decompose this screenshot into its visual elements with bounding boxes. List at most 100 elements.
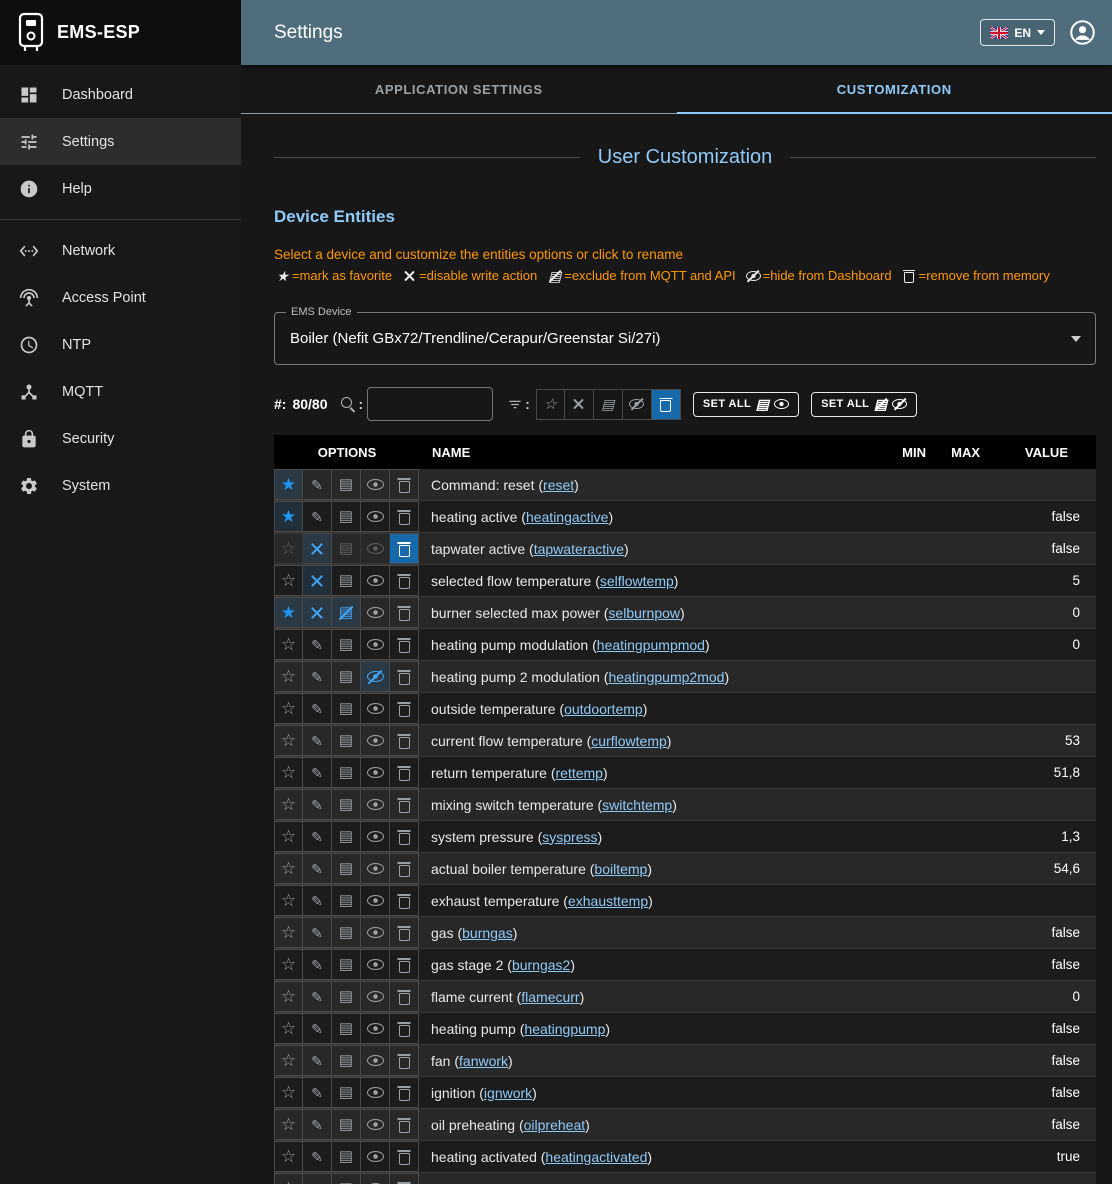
- remove-memory-icon[interactable]: [390, 1045, 419, 1076]
- sidebar-item-system[interactable]: System: [0, 462, 241, 509]
- exclude-mqtt-icon[interactable]: [332, 469, 361, 500]
- hide-dashboard-icon[interactable]: [361, 1045, 390, 1076]
- remove-memory-icon[interactable]: [390, 725, 419, 756]
- exclude-mqtt-icon[interactable]: [332, 693, 361, 724]
- hide-dashboard-icon[interactable]: [361, 693, 390, 724]
- entity-short-link[interactable]: ignwork: [484, 1085, 532, 1101]
- entity-short-link[interactable]: rettemp: [556, 765, 603, 781]
- hide-dashboard-icon[interactable]: [361, 821, 390, 852]
- entity-short-link[interactable]: switchtemp: [602, 797, 672, 813]
- entity-short-link[interactable]: curflowtemp: [591, 733, 666, 749]
- sidebar-item-dashboard[interactable]: Dashboard: [0, 71, 241, 118]
- favorite-icon[interactable]: [274, 533, 303, 564]
- hide-dashboard-icon[interactable]: [361, 885, 390, 916]
- exclude-mqtt-icon[interactable]: [332, 1045, 361, 1076]
- exclude-mqtt-icon[interactable]: [332, 949, 361, 980]
- favorite-icon[interactable]: [274, 629, 303, 660]
- entity-short-link[interactable]: heatingpumpmod: [597, 637, 705, 653]
- hide-dashboard-icon[interactable]: [361, 981, 390, 1012]
- remove-memory-icon[interactable]: [390, 501, 419, 532]
- disable-write-icon[interactable]: [303, 693, 332, 724]
- favorite-icon[interactable]: [274, 1141, 303, 1172]
- favorite-icon[interactable]: [274, 981, 303, 1012]
- hide-dashboard-icon[interactable]: [361, 949, 390, 980]
- disable-write-icon[interactable]: [303, 1173, 332, 1184]
- tab-customization[interactable]: CUSTOMIZATION: [677, 65, 1112, 113]
- disable-write-icon[interactable]: [303, 885, 332, 916]
- hide-dashboard-icon[interactable]: [361, 725, 390, 756]
- entity-short-link[interactable]: flamecurr: [521, 989, 579, 1005]
- hide-dashboard-icon[interactable]: [361, 757, 390, 788]
- remove-memory-icon[interactable]: [390, 1173, 419, 1184]
- disable-write-icon[interactable]: [303, 789, 332, 820]
- set-all-show-button[interactable]: SET ALL: [693, 392, 799, 417]
- tab-application-settings[interactable]: APPLICATION SETTINGS: [241, 65, 677, 113]
- exclude-mqtt-icon[interactable]: [332, 597, 361, 628]
- favorite-icon[interactable]: [274, 1045, 303, 1076]
- entity-short-link[interactable]: syspress: [542, 829, 597, 845]
- disable-write-icon[interactable]: [303, 661, 332, 692]
- remove-memory-icon[interactable]: [390, 629, 419, 660]
- favorite-icon[interactable]: [274, 1077, 303, 1108]
- hide-filter-icon[interactable]: [623, 389, 652, 420]
- disable-write-icon[interactable]: [303, 725, 332, 756]
- exclude-mqtt-icon[interactable]: [332, 885, 361, 916]
- favorite-icon[interactable]: [274, 469, 303, 500]
- hide-dashboard-icon[interactable]: [361, 629, 390, 660]
- disable-write-icon[interactable]: [303, 981, 332, 1012]
- favorite-icon[interactable]: [274, 1109, 303, 1140]
- disable-write-icon[interactable]: [303, 1141, 332, 1172]
- exclude-mqtt-icon[interactable]: [332, 533, 361, 564]
- entity-short-link[interactable]: selflowtemp: [600, 573, 674, 589]
- favorite-icon[interactable]: [274, 565, 303, 596]
- hide-dashboard-icon[interactable]: [361, 469, 390, 500]
- hide-dashboard-icon[interactable]: [361, 533, 390, 564]
- disable-write-icon[interactable]: [303, 821, 332, 852]
- remove-memory-icon[interactable]: [390, 469, 419, 500]
- exclude-mqtt-icon[interactable]: [332, 1013, 361, 1044]
- remove-memory-icon[interactable]: [390, 565, 419, 596]
- exclude-mqtt-icon[interactable]: [332, 629, 361, 660]
- hide-dashboard-icon[interactable]: [361, 1109, 390, 1140]
- hide-dashboard-icon[interactable]: [361, 1141, 390, 1172]
- remove-memory-icon[interactable]: [390, 533, 419, 564]
- exclude-mqtt-icon[interactable]: [332, 565, 361, 596]
- hide-dashboard-icon[interactable]: [361, 565, 390, 596]
- entity-short-link[interactable]: fanwork: [459, 1053, 508, 1069]
- disable-write-icon[interactable]: [303, 917, 332, 948]
- disable-write-icon[interactable]: [303, 1109, 332, 1140]
- entity-short-link[interactable]: selburnpow: [608, 605, 680, 621]
- entity-short-link[interactable]: heatingactive: [526, 509, 609, 525]
- disable-write-icon[interactable]: [303, 949, 332, 980]
- favorite-icon[interactable]: [274, 949, 303, 980]
- sidebar-item-mqtt[interactable]: MQTT: [0, 368, 241, 415]
- entity-short-link[interactable]: heatingpump2mod: [608, 669, 724, 685]
- entity-short-link[interactable]: tapwateractive: [534, 541, 624, 557]
- disable-write-icon[interactable]: [303, 1013, 332, 1044]
- remove-memory-icon[interactable]: [390, 693, 419, 724]
- search-input[interactable]: [367, 387, 493, 421]
- exclude-mqtt-icon[interactable]: [332, 1109, 361, 1140]
- disable-write-icon[interactable]: [303, 757, 332, 788]
- entity-short-link[interactable]: boiltemp: [594, 861, 647, 877]
- account-icon[interactable]: [1069, 19, 1096, 46]
- favorite-filter-icon[interactable]: [536, 389, 565, 420]
- exclude-mqtt-icon[interactable]: [332, 853, 361, 884]
- hide-dashboard-icon[interactable]: [361, 501, 390, 532]
- entity-short-link[interactable]: burngas: [462, 925, 513, 941]
- hide-dashboard-icon[interactable]: [361, 1173, 390, 1184]
- entity-short-link[interactable]: oilpreheat: [524, 1117, 586, 1133]
- exclude-mqtt-icon[interactable]: [332, 501, 361, 532]
- exclude-mqtt-icon[interactable]: [332, 1141, 361, 1172]
- entity-short-link[interactable]: outdoortemp: [564, 701, 643, 717]
- favorite-icon[interactable]: [274, 597, 303, 628]
- hide-dashboard-icon[interactable]: [361, 661, 390, 692]
- favorite-icon[interactable]: [274, 757, 303, 788]
- disable-write-filter-icon[interactable]: [565, 389, 594, 420]
- remove-memory-icon[interactable]: [390, 757, 419, 788]
- favorite-icon[interactable]: [274, 821, 303, 852]
- disable-write-icon[interactable]: [303, 501, 332, 532]
- exclude-mqtt-icon[interactable]: [332, 1173, 361, 1184]
- remove-memory-icon[interactable]: [390, 1141, 419, 1172]
- disable-write-icon[interactable]: [303, 853, 332, 884]
